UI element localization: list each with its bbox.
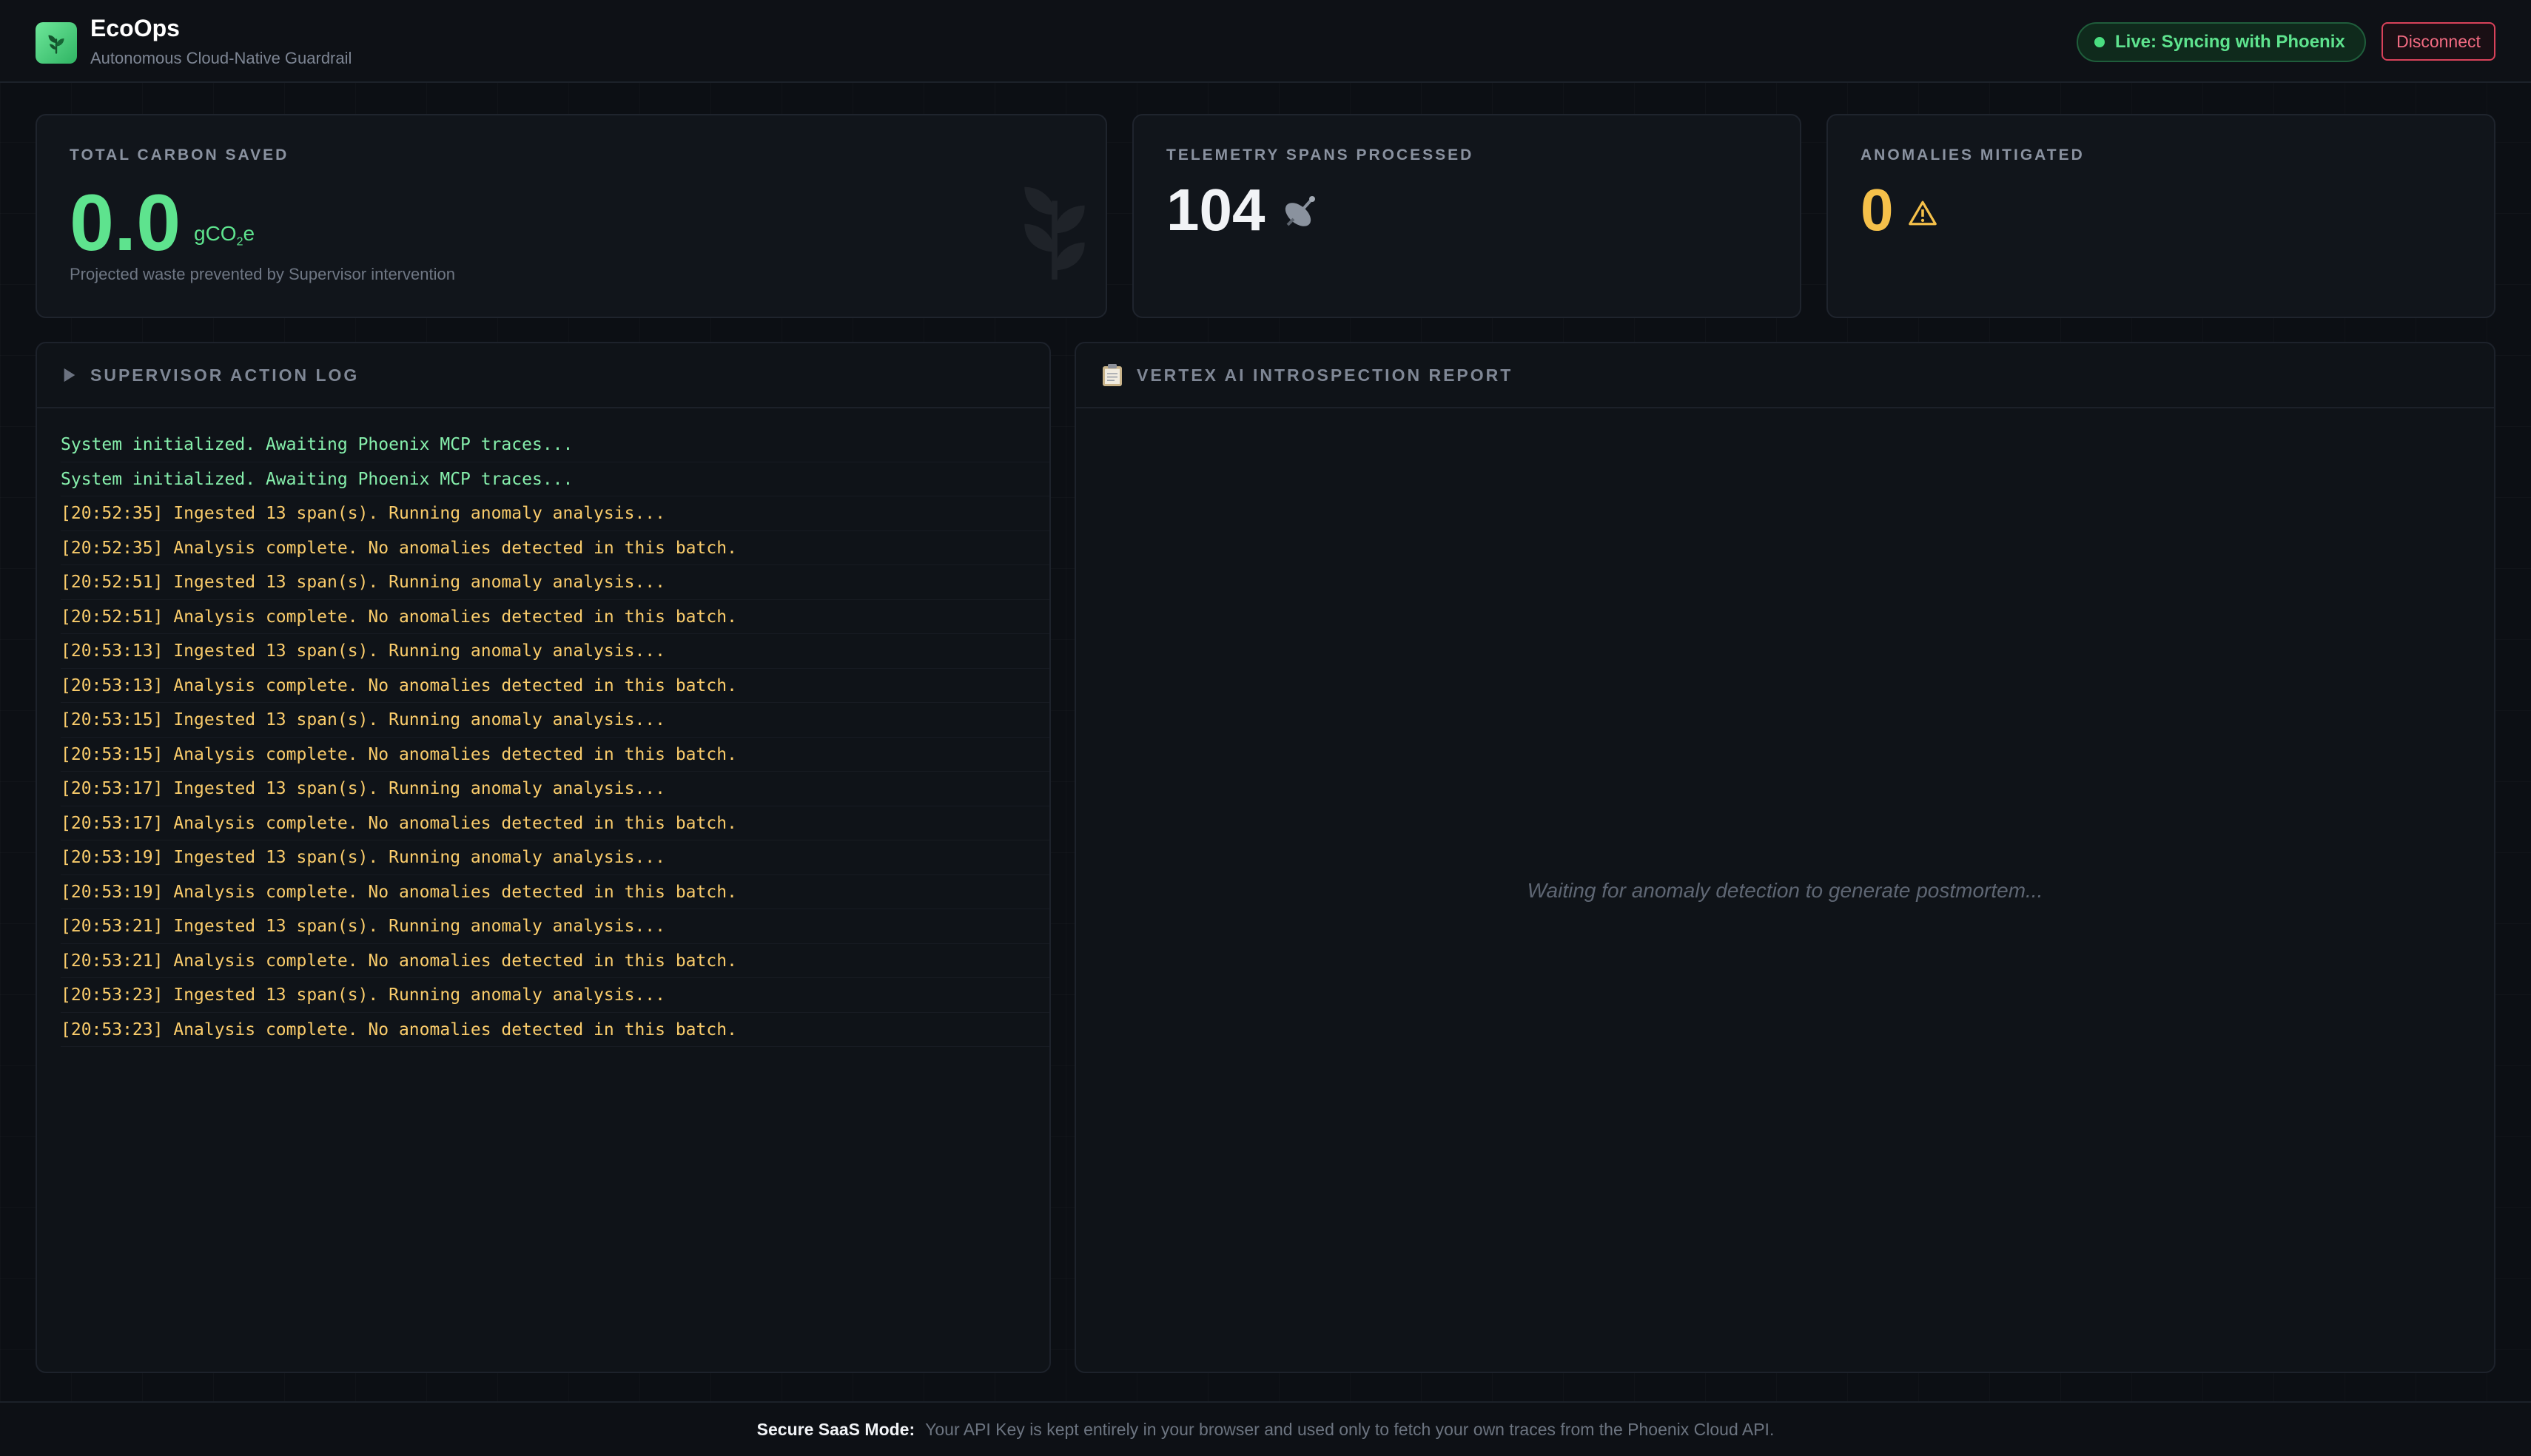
report-placeholder-text: Waiting for anomaly detection to generat… — [1527, 879, 2043, 902]
log-line: [20:52:51] Analysis complete. No anomali… — [61, 600, 1049, 634]
play-icon — [64, 368, 75, 382]
log-line: [20:53:17] Analysis complete. No anomali… — [61, 806, 1049, 840]
log-line: [20:53:21] Ingested 13 span(s). Running … — [61, 909, 1049, 944]
carbon-saved-note: Projected waste prevented by Supervisor … — [70, 265, 455, 283]
log-line: [20:53:15] Ingested 13 span(s). Running … — [61, 703, 1049, 738]
carbon-saved-label: TOTAL CARBON SAVED — [70, 146, 289, 164]
carbon-saved-card: TOTAL CARBON SAVED 0.0 gCO2e Projected w… — [36, 114, 1107, 318]
report-panel-title: VERTEX AI INTROSPECTION REPORT — [1137, 365, 1513, 385]
log-panel-title: SUPERVISOR ACTION LOG — [90, 365, 360, 385]
log-line: System initialized. Awaiting Phoenix MCP… — [61, 428, 1049, 462]
log-line: [20:53:13] Ingested 13 span(s). Running … — [61, 634, 1049, 669]
log-line: [20:53:17] Ingested 13 span(s). Running … — [61, 772, 1049, 806]
footer-mode-label: Secure SaaS Mode: — [756, 1419, 915, 1439]
supervisor-action-log-panel: SUPERVISOR ACTION LOG System initialized… — [36, 342, 1051, 1373]
telemetry-spans-value: 104 — [1166, 177, 1266, 243]
log-panel-header: SUPERVISOR ACTION LOG — [37, 343, 1049, 408]
footer-mode-description: Your API Key is kept entirely in your br… — [925, 1419, 1775, 1439]
log-line: [20:53:23] Ingested 13 span(s). Running … — [61, 978, 1049, 1013]
live-status-badge: Live: Syncing with Phoenix — [2077, 22, 2366, 62]
log-line: [20:53:19] Ingested 13 span(s). Running … — [61, 840, 1049, 875]
report-panel-header: VERTEX AI INTROSPECTION REPORT — [1076, 343, 2494, 408]
leaf-icon — [36, 22, 77, 64]
log-line: [20:53:15] Analysis complete. No anomali… — [61, 738, 1049, 772]
log-line: [20:53:13] Analysis complete. No anomali… — [61, 669, 1049, 703]
anomalies-mitigated-value: 0 — [1861, 177, 1894, 243]
carbon-unit: gCO2e — [194, 222, 255, 249]
log-line: [20:52:51] Ingested 13 span(s). Running … — [61, 565, 1049, 600]
clipboard-icon — [1103, 364, 1122, 386]
app-header: EcoOps Autonomous Cloud-Native Guardrail… — [0, 0, 2531, 83]
app-title: EcoOps — [90, 15, 180, 41]
log-line: [20:52:35] Analysis complete. No anomali… — [61, 531, 1049, 565]
warning-icon — [1909, 200, 1937, 226]
live-status-label: Live: Syncing with Phoenix — [2115, 32, 2345, 52]
log-line: [20:53:21] Analysis complete. No anomali… — [61, 944, 1049, 978]
telemetry-spans-card: TELEMETRY SPANS PROCESSED 104 — [1132, 114, 1801, 318]
carbon-saved-value: 0.0 — [70, 178, 181, 267]
security-footer: Secure SaaS Mode: Your API Key is kept e… — [0, 1401, 2531, 1456]
log-list[interactable]: System initialized. Awaiting Phoenix MCP… — [61, 428, 1049, 1047]
anomalies-mitigated-label: ANOMALIES MITIGATED — [1861, 146, 2085, 164]
log-line: [20:53:19] Analysis complete. No anomali… — [61, 875, 1049, 909]
anomalies-mitigated-card: ANOMALIES MITIGATED 0 — [1826, 114, 2495, 318]
log-line: [20:53:23] Analysis complete. No anomali… — [61, 1013, 1049, 1047]
carbon-unit-suffix: e — [243, 222, 255, 245]
telemetry-spans-label: TELEMETRY SPANS PROCESSED — [1166, 146, 1474, 164]
carbon-unit-prefix: gCO — [194, 222, 237, 245]
app-subtitle: Autonomous Cloud-Native Guardrail — [90, 49, 352, 67]
leaf-watermark-icon — [1024, 186, 1085, 280]
disconnect-button[interactable]: Disconnect — [2382, 22, 2495, 61]
live-dot-icon — [2094, 37, 2105, 47]
log-line: [20:52:35] Ingested 13 span(s). Running … — [61, 496, 1049, 531]
introspection-report-panel: VERTEX AI INTROSPECTION REPORT Waiting f… — [1075, 342, 2495, 1373]
log-line: System initialized. Awaiting Phoenix MCP… — [61, 462, 1049, 496]
satellite-icon — [1285, 196, 1315, 226]
